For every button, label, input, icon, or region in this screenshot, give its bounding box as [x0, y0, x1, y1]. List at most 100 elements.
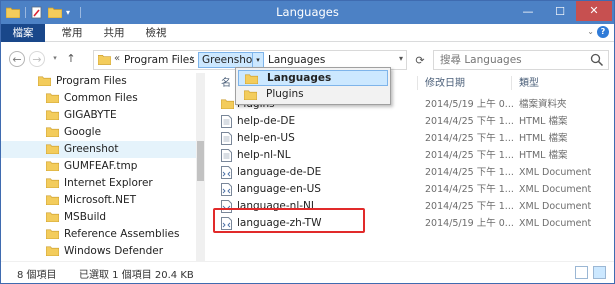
- file-type: HTML 檔案: [519, 133, 568, 144]
- file-row[interactable]: help-de-DE 2014/4/25 下午 1... HTML 檔案: [215, 113, 613, 130]
- nav-item-internet-explorer[interactable]: Internet Explorer: [1, 175, 201, 192]
- folder-icon: [244, 73, 259, 85]
- breadcrumb-languages[interactable]: Languages: [268, 54, 325, 66]
- nav-item-label: Windows Defender: [64, 245, 164, 257]
- file-type: XML Document: [519, 218, 592, 229]
- nav-scrollbar[interactable]: [196, 73, 205, 261]
- help-icon[interactable]: ?: [597, 26, 609, 38]
- file-date: 2014/4/25 下午 1...: [425, 133, 514, 144]
- document-icon: [221, 115, 232, 128]
- tab-share[interactable]: 共用: [101, 24, 127, 42]
- maximize-button[interactable]: ☐: [550, 4, 570, 20]
- file-row[interactable]: help-en-US 2014/4/25 下午 1... HTML 檔案: [215, 130, 613, 147]
- file-name: language-en-US: [237, 183, 321, 195]
- recent-locations-icon[interactable]: ▾: [47, 51, 63, 67]
- file-type: HTML 檔案: [519, 150, 568, 161]
- menu-item-languages[interactable]: Languages: [238, 70, 388, 86]
- status-bar: 8 個項目 已選取 1 個項目 20.4 KB: [1, 261, 614, 283]
- forward-arrow-icon[interactable]: →: [29, 51, 45, 67]
- nav-item-label: Program Files: [56, 75, 127, 87]
- tab-file[interactable]: 檔案: [1, 24, 45, 42]
- file-date: 2014/5/19 上午 0...: [425, 218, 514, 229]
- folder-icon: [45, 211, 60, 223]
- file-type: HTML 檔案: [519, 116, 568, 127]
- document-icon: [221, 149, 232, 162]
- file-name: help-de-DE: [237, 115, 296, 127]
- refresh-icon[interactable]: ⟳: [413, 54, 427, 68]
- tab-view[interactable]: 檢視: [143, 24, 169, 42]
- breadcrumb-program-files[interactable]: Program Files: [124, 54, 195, 66]
- column-divider[interactable]: [417, 76, 418, 90]
- file-row[interactable]: language-de-DE 2014/4/25 下午 1... XML Doc…: [215, 164, 613, 181]
- nav-item-reference-assemblies[interactable]: Reference Assemblies: [1, 226, 201, 243]
- folder-icon: [45, 109, 60, 121]
- breadcrumb-dropdown-icon[interactable]: ▾: [252, 52, 264, 68]
- nav-item-label: Microsoft.NET: [64, 194, 137, 206]
- file-date: 2014/4/25 下午 1...: [425, 201, 514, 212]
- nav-item-gumfeaf[interactable]: GUMFEAF.tmp: [1, 158, 201, 175]
- nav-item-label: MSBuild: [64, 211, 107, 223]
- nav-item-label: Internet Explorer: [64, 177, 153, 189]
- nav-item-greenshot[interactable]: Greenshot: [1, 141, 201, 158]
- large-icons-view-icon[interactable]: [593, 266, 606, 279]
- minimize-button[interactable]: —: [518, 4, 538, 20]
- xml-icon: [221, 166, 232, 179]
- menu-item-plugins[interactable]: Plugins: [238, 87, 388, 103]
- folder-icon: [45, 228, 60, 240]
- xml-icon: [221, 183, 232, 196]
- column-divider[interactable]: [511, 76, 512, 90]
- menu-item-label: Languages: [267, 72, 332, 84]
- file-date: 2014/5/19 上午 0...: [425, 99, 514, 110]
- nav-scrollbar-thumb[interactable]: [197, 141, 204, 181]
- folder-icon: [37, 75, 52, 87]
- nav-item-label: Greenshot: [64, 143, 119, 155]
- file-type: XML Document: [519, 184, 592, 195]
- ribbon-tabs: 檔案 常用 共用 檢視 ⌄ ?: [1, 24, 614, 42]
- folder-icon: [45, 177, 60, 189]
- back-arrow-icon[interactable]: ←: [9, 51, 25, 67]
- selection-info: 已選取 1 個項目 20.4 KB: [79, 270, 194, 281]
- details-view-icon[interactable]: [575, 266, 588, 279]
- file-name: help-nl-NL: [237, 149, 291, 161]
- nav-item-program-files[interactable]: Program Files: [1, 73, 201, 90]
- tab-home[interactable]: 常用: [59, 24, 85, 42]
- title-bar: ▾ Languages — ☐ ✕: [1, 1, 614, 24]
- column-header-date[interactable]: 修改日期: [425, 75, 465, 93]
- search-input[interactable]: [434, 51, 584, 69]
- up-arrow-icon[interactable]: ↑: [63, 51, 79, 67]
- search-box[interactable]: [433, 50, 609, 70]
- folder-icon: [220, 98, 235, 111]
- file-row[interactable]: help-nl-NL 2014/4/25 下午 1... HTML 檔案: [215, 147, 613, 164]
- explorer-window: ▾ Languages — ☐ ✕ 檔案 常用 共用 檢視 ⌄ ? ← → ▾ …: [0, 0, 615, 284]
- expand-ribbon-icon[interactable]: ⌄: [587, 27, 594, 36]
- highlight-annotation: [213, 208, 365, 233]
- menu-item-label: Plugins: [266, 88, 304, 100]
- file-type: XML Document: [519, 201, 592, 212]
- document-icon: [221, 132, 232, 145]
- column-header-name[interactable]: 名: [221, 75, 231, 93]
- nav-item-label: Reference Assemblies: [64, 228, 180, 240]
- nav-item-label: Google: [64, 126, 102, 138]
- file-type: 檔案資料夾: [519, 99, 567, 110]
- overflow-chevron-icon[interactable]: «: [114, 53, 120, 64]
- nav-item-google[interactable]: Google: [1, 124, 201, 141]
- close-button[interactable]: ✕: [576, 1, 612, 21]
- address-history-icon[interactable]: ▾: [399, 54, 403, 63]
- file-name: language-de-DE: [237, 166, 322, 178]
- file-name: help-en-US: [237, 132, 295, 144]
- folder-icon: [45, 194, 60, 206]
- file-type: XML Document: [519, 167, 592, 178]
- nav-item-microsoft-net[interactable]: Microsoft.NET: [1, 192, 201, 209]
- nav-item-msbuild[interactable]: MSBuild: [1, 209, 201, 226]
- folder-icon: [45, 126, 60, 138]
- folder-icon: [45, 160, 60, 172]
- breadcrumb-separator-icon[interactable]: ›: [190, 53, 194, 64]
- file-row[interactable]: language-en-US 2014/4/25 下午 1... XML Doc…: [215, 181, 613, 198]
- nav-item-common-files[interactable]: Common Files: [1, 90, 201, 107]
- nav-item-gigabyte[interactable]: GIGABYTE: [1, 107, 201, 124]
- column-header-type[interactable]: 類型: [519, 75, 539, 93]
- nav-item-windows-defender[interactable]: Windows Defender: [1, 243, 201, 260]
- folder-icon: [45, 245, 60, 257]
- search-icon[interactable]: [590, 53, 604, 67]
- folder-icon: [243, 89, 258, 101]
